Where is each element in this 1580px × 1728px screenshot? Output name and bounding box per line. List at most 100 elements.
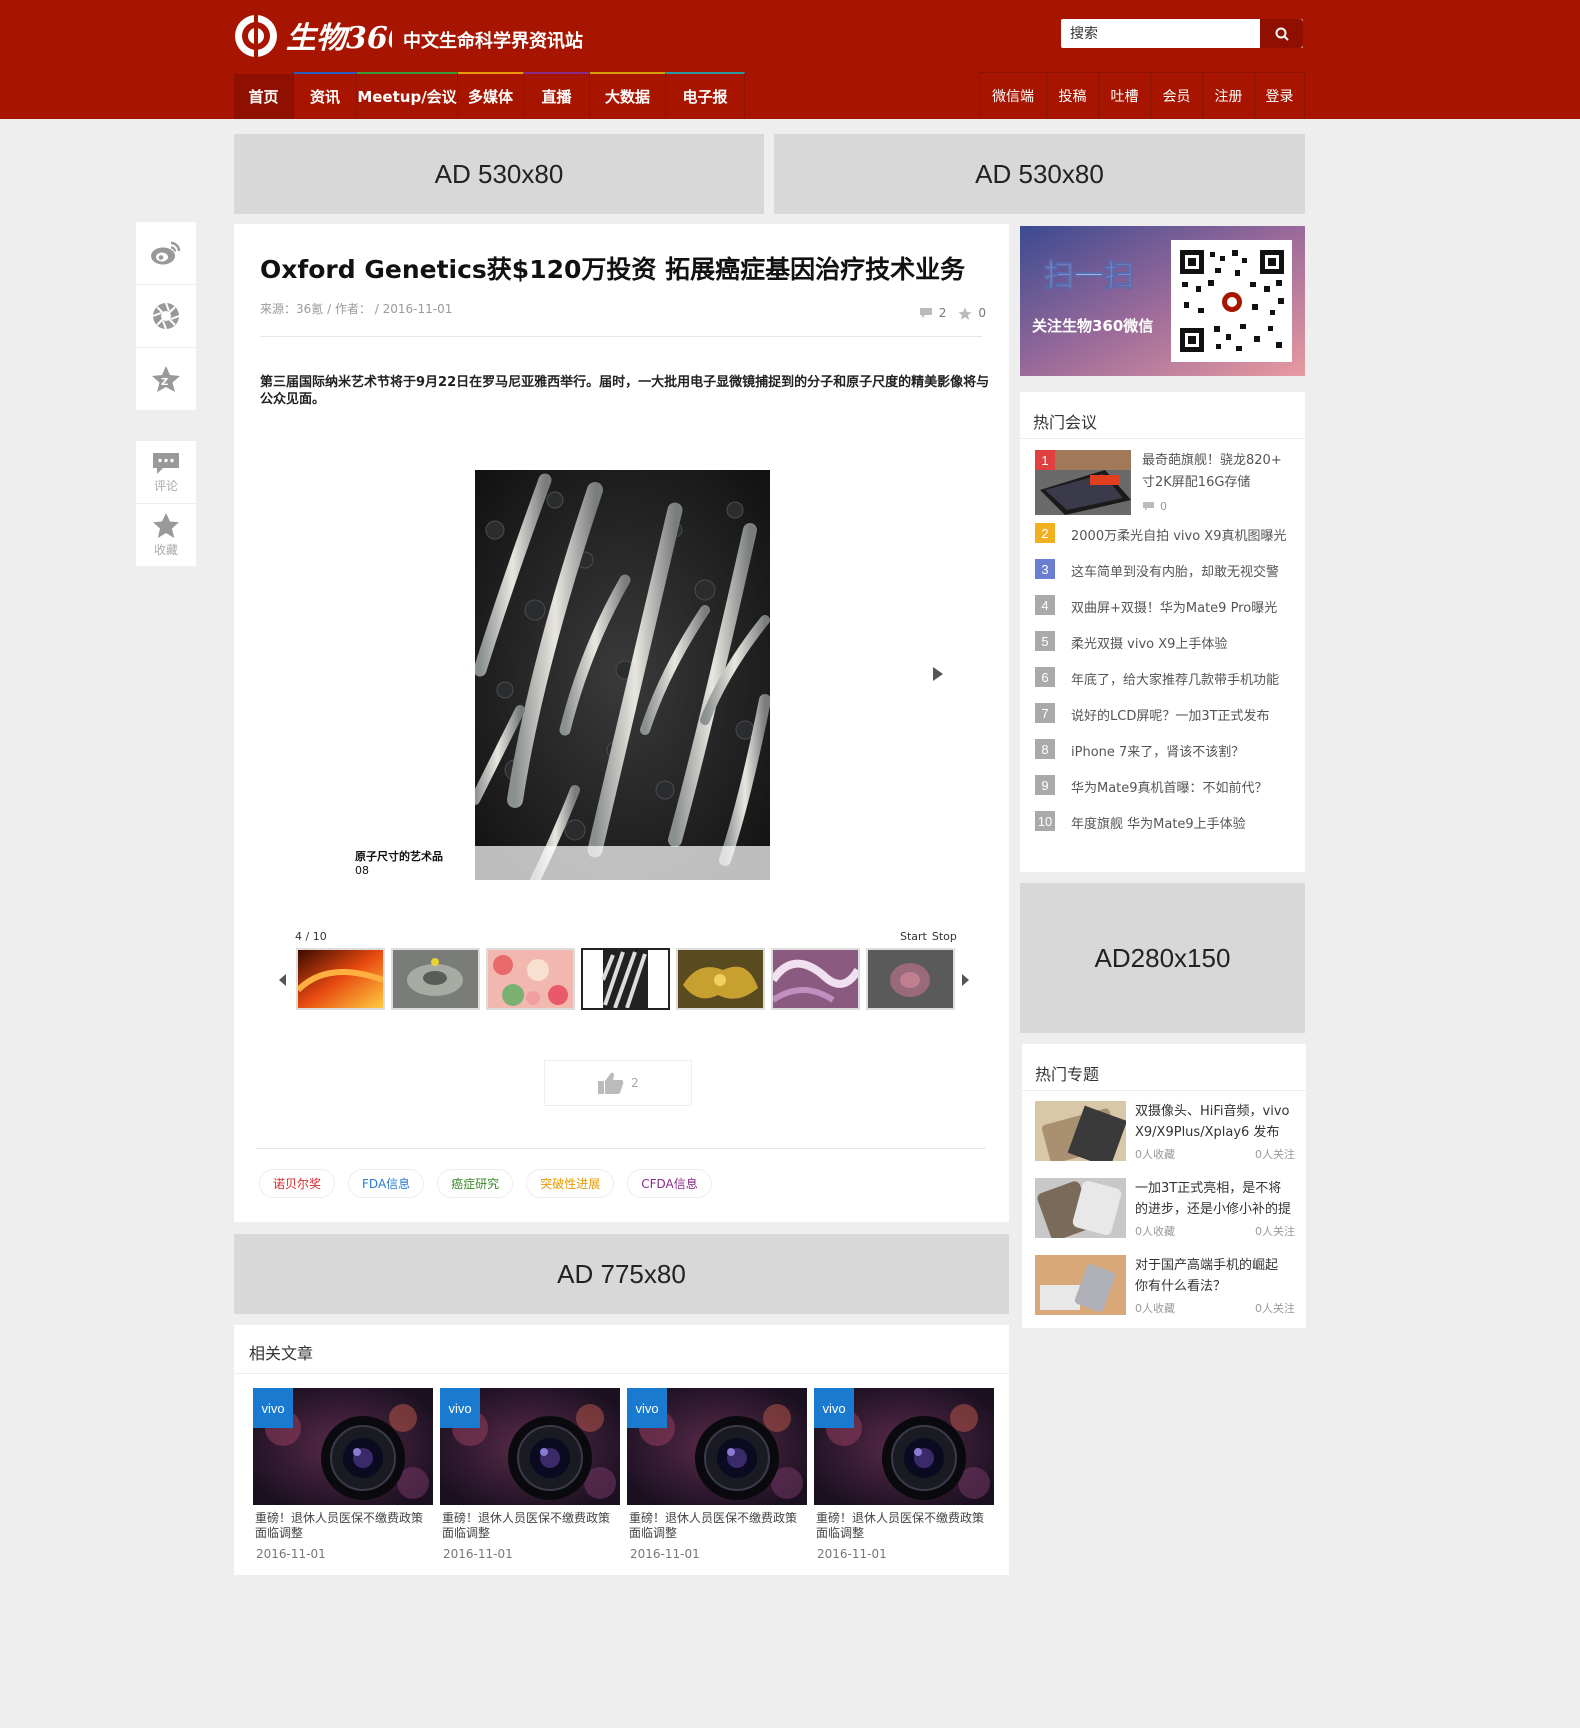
- divider: [234, 1373, 1009, 1374]
- featured-line: 最奇葩旗舰！骁龙820+: [1142, 453, 1282, 468]
- related-headline: 重磅！退休人员医保不缴费政策面临调整: [629, 1511, 798, 1540]
- weibo-icon: [151, 241, 181, 265]
- hot-meeting-link[interactable]: iPhone 7来了，肾该不该割？: [1071, 741, 1289, 760]
- topic-line: 对于国产高端手机的崛起: [1135, 1258, 1279, 1273]
- hot-topics-panel: 热门专题 双摄像头、HiFi音频，vivo X9/X9Plus/Xplay6 发…: [1022, 1044, 1306, 1328]
- site-header: 生物360 中文生命科学界资讯站 首页 资讯 Meetup/会议 多媒体 直播 …: [0, 0, 1580, 119]
- hot-meeting-link[interactable]: 柔光双摄 vivo X9上手体验: [1071, 633, 1289, 652]
- brand-label: vivo: [822, 1401, 845, 1416]
- nav-feedback[interactable]: 吐槽: [1099, 73, 1151, 119]
- star-count: 0: [978, 306, 986, 320]
- ad-label: AD 530x80: [975, 158, 1104, 189]
- slideshow-stop[interactable]: Stop: [932, 930, 957, 943]
- topic-item[interactable]: 双摄像头、HiFi音频，vivo X9/X9Plus/Xplay6 发布 0人收…: [1035, 1101, 1295, 1161]
- gallery-thumbnail[interactable]: [391, 948, 480, 1010]
- ad-banner-right[interactable]: AD 530x80: [774, 134, 1305, 214]
- ad-banner-wide[interactable]: AD 775x80: [234, 1234, 1009, 1314]
- gallery-thumbnail[interactable]: [676, 948, 765, 1010]
- share-qzone-button[interactable]: Z: [136, 348, 196, 411]
- vivo-lens-image: vivo: [440, 1388, 620, 1505]
- tag-item[interactable]: 突破性进展: [526, 1169, 615, 1198]
- related-headline: 重磅！退休人员医保不缴费政策面临调整: [816, 1511, 985, 1540]
- nav-submit[interactable]: 投稿: [1047, 73, 1099, 119]
- related-card[interactable]: vivo 重磅！退休人员医保不缴费政策面临调整 2016-11-01: [814, 1388, 994, 1561]
- topic-fav: 0人收藏: [1135, 1148, 1175, 1161]
- slideshow-start[interactable]: Start: [900, 930, 927, 943]
- gallery-thumbnail[interactable]: [771, 948, 860, 1010]
- hot-meeting-link[interactable]: 这车简单到没有内胎，却敢无视交警: [1071, 561, 1289, 580]
- hot-meeting-link[interactable]: 说好的LCD屏呢？一加3T正式发布: [1071, 705, 1289, 724]
- rank-badge: 4: [1035, 595, 1055, 615]
- wechat-qr-banner[interactable]: 扫一扫 关注生物360微信: [1020, 226, 1305, 376]
- share-weibo-button[interactable]: [136, 222, 196, 285]
- hot-meeting-link[interactable]: 年底了，给大家推荐几款带手机功能: [1071, 669, 1289, 688]
- nav-news[interactable]: 资讯: [294, 72, 357, 119]
- nav-label: 会员: [1162, 89, 1191, 105]
- vivo-lens-image: vivo: [253, 1388, 433, 1505]
- topic-line: 一加3T正式亮相，是不将: [1135, 1181, 1282, 1196]
- featured-meeting-title[interactable]: 最奇葩旗舰！骁龙820+ 寸2K屏配16G存储: [1142, 450, 1292, 494]
- ad-side[interactable]: AD280x150: [1020, 883, 1305, 1033]
- rank-badge: 5: [1035, 631, 1055, 651]
- nav-label: 投稿: [1058, 89, 1087, 105]
- ad-label: AD 775x80: [557, 1258, 686, 1289]
- topic-item[interactable]: 一加3T正式亮相，是不将 的进步，还是小修小补的提 0人收藏 0人关注: [1035, 1178, 1295, 1238]
- hot-meeting-link[interactable]: 年度旗舰 华为Mate9上手体验: [1071, 813, 1289, 832]
- gallery-thumbnail[interactable]: [866, 948, 955, 1010]
- ad-banner-left[interactable]: AD 530x80: [234, 134, 764, 214]
- gallery-thumbnail[interactable]: [486, 948, 575, 1010]
- nav-bigdata[interactable]: 大数据: [590, 72, 666, 119]
- gallery-main-image[interactable]: [475, 470, 770, 880]
- related-date: 2016-11-01: [630, 1547, 700, 1561]
- favorite-button[interactable]: 收藏: [136, 504, 196, 567]
- site-logo[interactable]: 生物360: [234, 13, 409, 59]
- main-nav: 首页 资讯 Meetup/会议 多媒体 直播 大数据 电子报: [234, 72, 745, 119]
- aperture-icon: [152, 302, 180, 330]
- search-button[interactable]: [1260, 19, 1303, 48]
- related-articles: 相关文章 vivo 重磅！退休人员医保不缴费政策面临调整 2016-11-01 …: [234, 1325, 1009, 1575]
- rank-badge: 2: [1035, 523, 1055, 543]
- gallery-thumbnail-active[interactable]: [581, 948, 670, 1010]
- related-card[interactable]: vivo 重磅！退休人员医保不缴费政策面临调整 2016-11-01: [627, 1388, 807, 1561]
- tag-item[interactable]: 诺贝尔奖: [259, 1169, 336, 1198]
- qzone-star-icon: Z: [152, 366, 180, 392]
- hot-meeting-link[interactable]: 2000万柔光自拍 vivo X9真机图曝光: [1071, 525, 1289, 544]
- related-date: 2016-11-01: [256, 1547, 326, 1561]
- featured-line: 寸2K屏配16G存储: [1142, 475, 1251, 490]
- nav-live[interactable]: 直播: [524, 72, 590, 119]
- related-thumbnail: vivo: [440, 1388, 620, 1505]
- nav-label: Meetup/会议: [357, 88, 457, 106]
- nav-label: 资讯: [309, 88, 340, 106]
- tag-item[interactable]: 癌症研究: [437, 1169, 514, 1198]
- related-card[interactable]: vivo 重磅！退休人员医保不缴费政策面临调整 2016-11-01: [440, 1388, 620, 1561]
- topic-thumbnail: [1035, 1101, 1126, 1161]
- nav-login[interactable]: 登录: [1255, 73, 1305, 119]
- share-moments-button[interactable]: [136, 285, 196, 348]
- nav-register[interactable]: 注册: [1203, 73, 1255, 119]
- topic-item[interactable]: 对于国产高端手机的崛起 你有什么看法？ 0人收藏 0人关注: [1035, 1255, 1295, 1315]
- nav-epaper[interactable]: 电子报: [666, 72, 745, 119]
- tag-item[interactable]: CFDA信息: [627, 1169, 712, 1198]
- vivo-lens-image: vivo: [814, 1388, 994, 1505]
- related-card[interactable]: vivo 重磅！退休人员医保不缴费政策面临调整 2016-11-01: [253, 1388, 433, 1561]
- thumb-prev-button[interactable]: [278, 972, 287, 991]
- nav-wechat[interactable]: 微信端: [980, 73, 1047, 119]
- hot-meeting-link[interactable]: 华为Mate9真机首曝：不如前代？: [1071, 777, 1289, 796]
- tag-item[interactable]: FDA信息: [348, 1169, 425, 1198]
- article-card: Oxford Genetics获$120万投资 拓展癌症基因治疗技术业务 来源：…: [234, 224, 1009, 1222]
- gallery-next-button[interactable]: [932, 666, 944, 686]
- topic-thumbnail: [1035, 1255, 1126, 1315]
- star-icon: [153, 513, 179, 538]
- hot-meeting-link[interactable]: 双曲屏+双摄！华为Mate9 Pro曝光: [1071, 597, 1289, 616]
- like-button[interactable]: 2: [544, 1060, 692, 1106]
- nav-meetup[interactable]: Meetup/会议: [357, 72, 458, 119]
- rank-badge: 3: [1035, 559, 1055, 579]
- gallery-thumbnail[interactable]: [296, 948, 385, 1010]
- thumb-next-button[interactable]: [961, 972, 970, 991]
- comment-button[interactable]: 评论: [136, 441, 196, 504]
- nav-multimedia[interactable]: 多媒体: [458, 72, 524, 119]
- rank-badge: 8: [1035, 739, 1055, 759]
- nav-member[interactable]: 会员: [1151, 73, 1203, 119]
- nav-home[interactable]: 首页: [234, 72, 294, 119]
- related-thumbnail: vivo: [627, 1388, 807, 1505]
